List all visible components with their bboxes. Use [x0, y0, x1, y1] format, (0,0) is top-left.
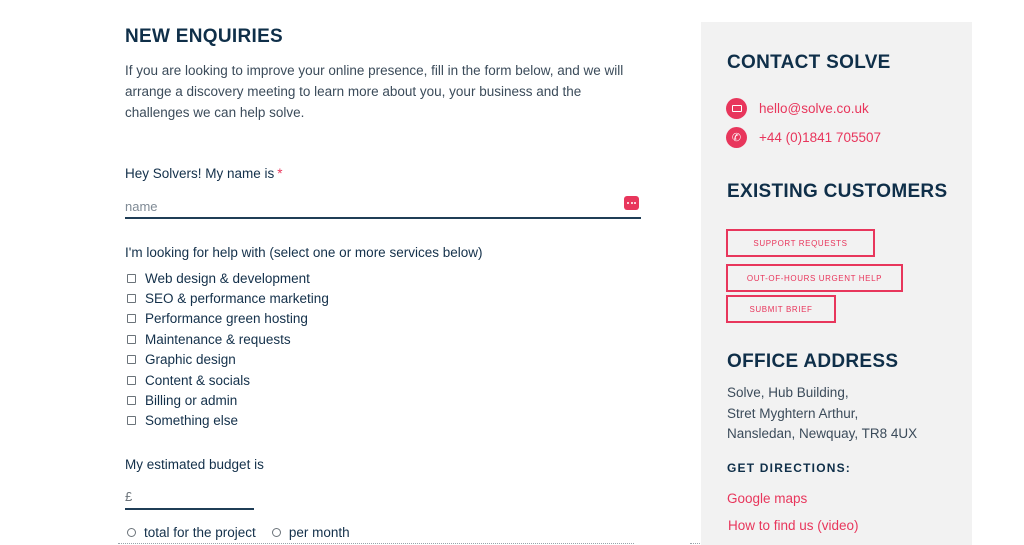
service-option[interactable]: Billing or admin [125, 390, 329, 410]
service-option[interactable]: Graphic design [125, 350, 329, 370]
checkbox[interactable] [127, 273, 136, 283]
service-label: Maintenance & requests [145, 331, 291, 347]
checkbox[interactable] [127, 375, 136, 385]
service-option[interactable]: Performance green hosting [125, 309, 329, 329]
page-title: NEW ENQUIRIES [125, 26, 284, 47]
phone-text: +44 (0)1841 705507 [759, 130, 881, 145]
email-link[interactable]: hello@solve.co.uk [726, 98, 869, 119]
address-line: Stret Myghtern Arthur, [727, 405, 859, 421]
checkbox[interactable] [127, 294, 136, 304]
submit-brief-button[interactable]: SUBMIT BRIEF [726, 295, 836, 323]
services-label: I'm looking for help with (select one or… [125, 245, 483, 260]
support-requests-button[interactable]: SUPPORT REQUESTS [726, 229, 875, 257]
password-manager-icon[interactable] [624, 196, 639, 210]
radio-label: per month [288, 525, 350, 540]
service-label: Web design & development [145, 270, 310, 286]
name-input[interactable] [125, 192, 605, 216]
radio-total-project[interactable]: total for the project [125, 525, 256, 540]
address-line: Solve, Hub Building, [727, 385, 849, 400]
service-label: Billing or admin [145, 393, 238, 409]
budget-field: £ [125, 484, 254, 510]
service-option[interactable]: SEO & performance marketing [125, 288, 329, 308]
service-option[interactable]: Web design & development [125, 268, 329, 288]
address-line: Nansledan, Newquay, TR8 4UX [727, 426, 918, 441]
service-label: Graphic design [145, 352, 236, 368]
budget-type-options: total for the project per month [125, 525, 364, 540]
office-title: OFFICE ADDRESS [727, 351, 899, 372]
checkbox[interactable] [127, 355, 136, 365]
name-label: Hey Solvers! My name is * [125, 166, 283, 181]
checkbox[interactable] [127, 416, 136, 426]
phone-icon: ✆ [726, 127, 747, 148]
service-option[interactable]: Something else [125, 411, 329, 431]
currency-symbol: £ [125, 488, 133, 504]
radio-label: total for the project [144, 525, 256, 540]
checkbox[interactable] [127, 396, 136, 406]
email-text: hello@solve.co.uk [759, 101, 869, 116]
service-label: SEO & performance marketing [145, 291, 329, 307]
required-mark: * [277, 166, 283, 181]
google-maps-link[interactable]: Google maps [727, 491, 807, 506]
service-label: Something else [145, 413, 239, 429]
urgent-help-button[interactable]: OUT-OF-HOURS URGENT HELP [726, 264, 903, 292]
name-label-text: Hey Solvers! My name is [125, 166, 275, 181]
budget-label: My estimated budget is [125, 457, 264, 472]
intro-text: If you are looking to improve your onlin… [125, 63, 624, 120]
name-field [125, 192, 641, 219]
radio-per-month[interactable]: per month [270, 525, 350, 540]
video-directions-link[interactable]: How to find us (video) [728, 518, 859, 533]
service-label: Performance green hosting [145, 311, 308, 327]
divider [118, 543, 634, 544]
services-list: Web design & development SEO & performan… [125, 268, 329, 431]
radio-button[interactable] [127, 528, 136, 537]
envelope-icon [726, 98, 747, 119]
phone-link[interactable]: ✆ +44 (0)1841 705507 [726, 127, 881, 148]
radio-button[interactable] [271, 528, 281, 537]
directions-title: GET DIRECTIONS: [727, 461, 852, 475]
customers-title: EXISTING CUSTOMERS [727, 181, 948, 202]
service-option[interactable]: Content & socials [125, 370, 329, 390]
checkbox[interactable] [127, 334, 136, 344]
contact-sidebar: CONTACT SOLVE hello@solve.co.uk ✆ +44 (0… [701, 22, 972, 545]
budget-input[interactable] [136, 488, 247, 504]
service-label: Content & socials [145, 372, 251, 388]
contact-title: CONTACT SOLVE [727, 52, 891, 73]
office-address: Solve, Hub Building, Stret Myghtern Arth… [727, 383, 917, 445]
service-option[interactable]: Maintenance & requests [125, 329, 329, 349]
checkbox[interactable] [127, 314, 136, 324]
